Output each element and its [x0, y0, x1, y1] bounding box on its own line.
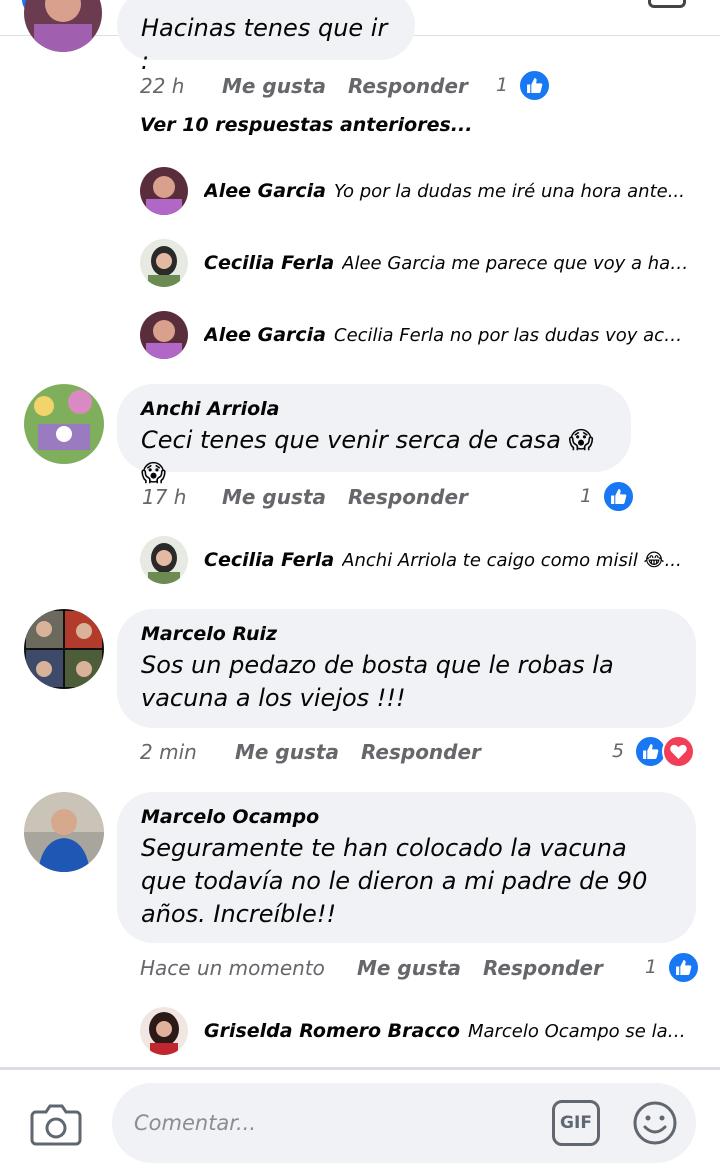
- gif-label: GIF: [560, 1113, 592, 1133]
- avatar[interactable]: [140, 167, 188, 215]
- avatar[interactable]: [140, 1007, 188, 1055]
- reply-button[interactable]: Responder: [361, 740, 481, 764]
- comment-time: 17 h: [142, 485, 187, 509]
- comment-author[interactable]: Marcelo Ocampo: [141, 806, 672, 828]
- reply-text: Alee Garcia me parece que voy a hac...: [342, 252, 690, 274]
- reaction-count: 1: [645, 956, 658, 978]
- comment-input-container[interactable]: GIF: [112, 1083, 696, 1163]
- comment-actions: 2 min Me gusta Responder: [140, 737, 481, 767]
- like-icon: [518, 68, 552, 102]
- reply-text: Anchi Arriola te caigo como misil 😂...: [342, 549, 682, 571]
- like-button[interactable]: Me gusta: [235, 740, 361, 764]
- reply-item[interactable]: Cecilia Ferla Anchi Arriola te caigo com…: [204, 536, 690, 584]
- reply-author[interactable]: Griselda Romero Bracco: [204, 1020, 460, 1042]
- reply-author[interactable]: Alee Garcia: [204, 180, 326, 202]
- reply-button[interactable]: Responder: [483, 956, 603, 980]
- comment-actions: Hace un momento Me gusta Responder: [140, 953, 603, 983]
- reaction-summary[interactable]: 1: [496, 68, 552, 102]
- like-icon: [602, 479, 636, 513]
- like-button[interactable]: Me gusta: [222, 74, 348, 98]
- comment-text: Seguramente te han colocado la vacuna qu…: [141, 834, 648, 928]
- comment-bubble[interactable]: Marcelo Ruiz Sos un pedazo de bosta que …: [117, 609, 696, 728]
- reply-author[interactable]: Cecilia Ferla: [204, 252, 334, 274]
- comment-author[interactable]: Anchi Arriola: [141, 398, 607, 420]
- comment-input[interactable]: [134, 1103, 514, 1143]
- reply-text: Cecilia Ferla no por las dudas voy aco..…: [334, 324, 690, 346]
- comment-time: Hace un momento: [140, 956, 325, 980]
- reply-item[interactable]: Alee Garcia Cecilia Ferla no por las dud…: [204, 311, 690, 359]
- reply-author[interactable]: Alee Garcia: [204, 324, 326, 346]
- comment-actions: 17 h Me gusta Responder: [142, 482, 468, 512]
- comment-time: 2 min: [140, 740, 197, 764]
- reply-text: Yo por la dudas me iré una hora ante...: [334, 180, 685, 202]
- reply-item[interactable]: Griselda Romero Bracco Marcelo Ocampo se…: [204, 1007, 690, 1055]
- love-icon: [662, 734, 696, 768]
- reaction-count: 1: [580, 485, 593, 507]
- camera-icon[interactable]: [30, 1102, 82, 1148]
- comment-text: Sos un pedazo de bosta que le robas la v…: [141, 651, 614, 712]
- like-button[interactable]: Me gusta: [222, 485, 348, 509]
- avatar[interactable]: [140, 239, 188, 287]
- reply-item[interactable]: Cecilia Ferla Alee Garcia me parece que …: [204, 239, 690, 287]
- reply-button[interactable]: Responder: [348, 485, 468, 509]
- reply-item[interactable]: Alee Garcia Yo por la dudas me iré una h…: [204, 167, 690, 215]
- reply-text: Marcelo Ocampo se la po...: [467, 1020, 690, 1042]
- reply-author[interactable]: Cecilia Ferla: [204, 549, 334, 571]
- avatar[interactable]: [140, 311, 188, 359]
- like-button[interactable]: Me gusta: [357, 956, 483, 980]
- reaction-count: 1: [496, 74, 509, 96]
- comment-actions: 22 h Me gusta Responder: [140, 71, 468, 101]
- comment-time: 22 h: [140, 74, 185, 98]
- comment-bubble[interactable]: Anchi Arriola Ceci tenes que venir serca…: [117, 384, 631, 487]
- avatar[interactable]: [24, 0, 102, 52]
- comment-author[interactable]: Marcelo Ruiz: [141, 623, 672, 645]
- avatar[interactable]: [24, 792, 104, 872]
- view-previous-replies-link[interactable]: Ver 10 respuestas anteriores...: [140, 114, 472, 136]
- avatar[interactable]: [24, 384, 104, 464]
- avatar[interactable]: [24, 609, 104, 689]
- comment-bubble[interactable]: Marcelo Ocampo Seguramente te han coloca…: [117, 792, 696, 943]
- comment-bubble[interactable]: Hacinas tenes que ir :: [117, 0, 415, 75]
- reaction-summary[interactable]: 1: [645, 950, 701, 984]
- emoji-icon[interactable]: [632, 1100, 678, 1146]
- share-icon[interactable]: [648, 0, 686, 8]
- reaction-count: 5: [612, 740, 625, 762]
- comment-text: Ceci tenes que venir serca de casa 😱😱: [141, 426, 594, 487]
- avatar[interactable]: [140, 536, 188, 584]
- gif-icon[interactable]: GIF: [552, 1100, 600, 1146]
- comment-text: Hacinas tenes que ir :: [141, 14, 388, 75]
- reaction-summary[interactable]: 1: [580, 479, 636, 513]
- reply-button[interactable]: Responder: [348, 74, 468, 98]
- comment-composer: GIF: [0, 1067, 720, 1172]
- like-icon: [667, 950, 701, 984]
- reaction-summary[interactable]: 5: [612, 734, 696, 768]
